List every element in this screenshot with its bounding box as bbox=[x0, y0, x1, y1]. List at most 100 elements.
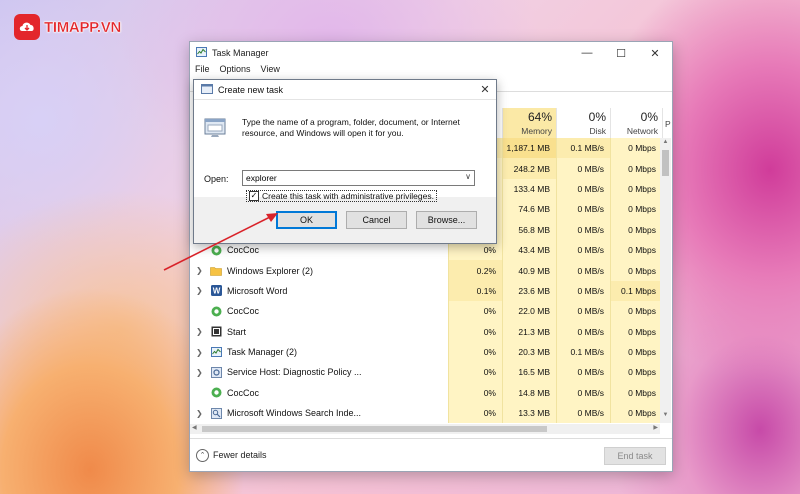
disk-cell: 0 MB/s bbox=[556, 239, 610, 261]
run-program-icon bbox=[204, 116, 226, 138]
cpu-cell: 0% bbox=[448, 321, 502, 342]
table-row[interactable]: CocCoc 0% 22.0 MB 0 MB/s 0 Mbps bbox=[190, 301, 662, 322]
open-input[interactable]: explorer ∨ bbox=[242, 170, 475, 186]
coccoc-icon bbox=[210, 305, 222, 317]
disk-cell: 0 MB/s bbox=[556, 178, 610, 200]
logo-text: TIMAPP.VN bbox=[44, 18, 122, 36]
memory-cell: 13.3 MB bbox=[502, 403, 556, 424]
browse-button[interactable]: Browse... bbox=[416, 211, 477, 229]
dialog-close-icon[interactable]: ✕ bbox=[474, 83, 496, 96]
memory-cell: 40.9 MB bbox=[502, 260, 556, 281]
process-name: Service Host: Diagnostic Policy ... bbox=[227, 367, 362, 378]
disk-cell: 0 MB/s bbox=[556, 403, 610, 424]
expand-chevron-icon[interactable]: ❯ bbox=[196, 368, 204, 377]
vertical-scrollbar[interactable]: ▲ ▼ bbox=[660, 138, 671, 423]
hscroll-thumb[interactable] bbox=[202, 426, 547, 432]
dialog-description: Type the name of a program, folder, docu… bbox=[242, 117, 460, 138]
table-row[interactable]: ❯ Start 0% 21.3 MB 0 MB/s 0 Mbps bbox=[190, 321, 662, 342]
window-title: Task Manager bbox=[212, 48, 269, 58]
maximize-button[interactable]: ☐ bbox=[604, 42, 638, 64]
cancel-button[interactable]: Cancel bbox=[346, 211, 407, 229]
column-memory[interactable]: 64% Memory bbox=[502, 108, 556, 138]
maximize-icon: ☐ bbox=[616, 47, 626, 60]
disk-cell: 0 MB/s bbox=[556, 321, 610, 342]
cloud-download-icon bbox=[14, 14, 40, 40]
dialog-body: Type the name of a program, folder, docu… bbox=[194, 100, 496, 202]
cpu-cell: 0.2% bbox=[448, 260, 502, 281]
dropdown-chevron-icon[interactable]: ∨ bbox=[465, 172, 471, 181]
memory-cell: 1,187.1 MB bbox=[502, 138, 556, 159]
task-manager-app-icon bbox=[196, 47, 207, 59]
expand-chevron-icon[interactable]: ❯ bbox=[196, 286, 204, 295]
disk-cell: 0 MB/s bbox=[556, 382, 610, 404]
network-cell: 0 Mbps bbox=[610, 341, 662, 363]
scroll-thumb[interactable] bbox=[662, 150, 669, 176]
disk-cell: 0 MB/s bbox=[556, 199, 610, 220]
memory-cell: 14.8 MB bbox=[502, 382, 556, 404]
column-disk-label: Disk bbox=[589, 126, 606, 136]
scroll-down-icon[interactable]: ▼ bbox=[661, 412, 670, 422]
disk-cell: 0.1 MB/s bbox=[556, 341, 610, 363]
menu-view[interactable]: View bbox=[261, 64, 280, 78]
table-row[interactable]: ❯ Task Manager (2) 0% 20.3 MB 0.1 MB/s 0… bbox=[190, 341, 662, 363]
open-input-value: explorer bbox=[246, 173, 277, 183]
process-name: Start bbox=[227, 326, 247, 337]
expand-chevron-icon[interactable]: ❯ bbox=[196, 327, 204, 336]
column-network-pct: 0% bbox=[640, 110, 658, 124]
column-network[interactable]: 0% Network bbox=[610, 108, 662, 138]
disk-cell: 0 MB/s bbox=[556, 280, 610, 302]
cpu-cell: 0% bbox=[448, 301, 502, 322]
network-cell: 0 Mbps bbox=[610, 199, 662, 220]
disk-cell: 0.1 MB/s bbox=[556, 138, 610, 159]
network-cell: 0 Mbps bbox=[610, 301, 662, 322]
horizontal-scrollbar[interactable]: ◀ ▶ bbox=[190, 424, 660, 434]
title-bar: Task Manager — ☐ ✕ bbox=[190, 42, 672, 64]
service-host-icon bbox=[210, 366, 222, 378]
network-cell: 0 Mbps bbox=[610, 321, 662, 342]
table-row[interactable]: ❯ Microsoft Windows Search Inde... 0% 13… bbox=[190, 403, 662, 424]
column-power-label: P bbox=[665, 119, 671, 129]
expand-chevron-icon[interactable]: ❯ bbox=[196, 409, 204, 418]
ok-button[interactable]: OK bbox=[276, 211, 337, 229]
menu-bar: File Options View bbox=[190, 64, 672, 78]
column-memory-label: Memory bbox=[521, 126, 552, 136]
network-cell: 0 Mbps bbox=[610, 178, 662, 200]
menu-file[interactable]: File bbox=[195, 64, 210, 78]
menu-options[interactable]: Options bbox=[220, 64, 251, 78]
word-icon: W bbox=[210, 285, 222, 297]
scroll-right-icon[interactable]: ▶ bbox=[653, 424, 658, 431]
close-button[interactable]: ✕ bbox=[638, 42, 672, 64]
process-name: Microsoft Windows Search Inde... bbox=[227, 408, 362, 419]
memory-cell: 74.6 MB bbox=[502, 199, 556, 220]
cpu-cell: 0% bbox=[448, 403, 502, 424]
minimize-icon: — bbox=[581, 47, 593, 59]
table-row[interactable]: CocCoc 0% 14.8 MB 0 MB/s 0 Mbps bbox=[190, 382, 662, 404]
task-manager-icon bbox=[210, 346, 222, 358]
fewer-details-button[interactable]: ⌃ Fewer details bbox=[196, 448, 267, 462]
process-name: CocCoc bbox=[227, 306, 260, 317]
network-cell: 0 Mbps bbox=[610, 260, 662, 281]
column-power[interactable]: P bbox=[662, 108, 672, 138]
scroll-left-icon[interactable]: ◀ bbox=[192, 424, 197, 431]
memory-cell: 16.5 MB bbox=[502, 362, 556, 383]
minimize-button[interactable]: — bbox=[570, 42, 604, 64]
dialog-title-bar: Create new task ✕ bbox=[194, 80, 496, 100]
disk-cell: 0 MB/s bbox=[556, 158, 610, 179]
table-row[interactable]: ❯ W Microsoft Word 0.1% 23.6 MB 0 MB/s 0… bbox=[190, 280, 662, 302]
memory-cell: 21.3 MB bbox=[502, 321, 556, 342]
memory-cell: 56.8 MB bbox=[502, 219, 556, 240]
memory-cell: 43.4 MB bbox=[502, 239, 556, 261]
cpu-cell: 0% bbox=[448, 362, 502, 383]
column-disk-pct: 0% bbox=[588, 110, 606, 124]
cpu-cell: 0% bbox=[448, 341, 502, 363]
end-task-button[interactable]: End task bbox=[604, 447, 666, 465]
expand-chevron-icon[interactable]: ❯ bbox=[196, 348, 204, 357]
scroll-up-icon[interactable]: ▲ bbox=[661, 139, 670, 149]
column-disk[interactable]: 0% Disk bbox=[556, 108, 610, 138]
table-row[interactable]: ❯ Service Host: Diagnostic Policy ... 0%… bbox=[190, 362, 662, 383]
cpu-cell: 0.1% bbox=[448, 280, 502, 302]
search-indexer-icon bbox=[210, 407, 222, 419]
network-cell: 0 Mbps bbox=[610, 138, 662, 159]
fewer-details-label: Fewer details bbox=[213, 450, 267, 460]
network-cell: 0 Mbps bbox=[610, 158, 662, 179]
